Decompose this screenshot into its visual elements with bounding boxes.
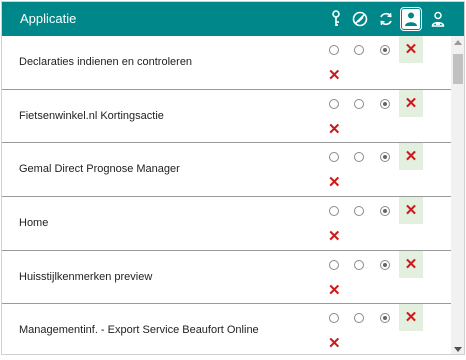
close-icon: ✕ bbox=[404, 148, 418, 166]
application-name: Fietsenwinkel.nl Kortingsactie bbox=[19, 109, 164, 122]
application-list: Declaraties indienen en controleren ✕ ✕ … bbox=[2, 36, 452, 354]
table-row: Managementinf. - Export Service Beaufort… bbox=[2, 304, 452, 354]
table-row: Fietsenwinkel.nl Kortingsactie ✕ ✕ bbox=[2, 89, 452, 144]
remove-button[interactable]: ✕ bbox=[399, 36, 423, 63]
application-name: Huisstijlkenmerken preview bbox=[19, 270, 153, 283]
application-name: Gemal Direct Prognose Manager bbox=[19, 163, 180, 176]
option-3-radio[interactable] bbox=[380, 259, 390, 270]
remove-button[interactable]: ✕ bbox=[399, 143, 423, 171]
person-icon[interactable] bbox=[400, 7, 422, 31]
vertical-scrollbar[interactable] bbox=[451, 36, 464, 354]
close-icon: ✕ bbox=[404, 255, 418, 273]
scroll-down-icon[interactable] bbox=[454, 347, 462, 352]
deny-icon[interactable]: ✕ bbox=[328, 336, 341, 351]
option-2-radio[interactable] bbox=[354, 98, 364, 109]
cycle-icon[interactable] bbox=[376, 8, 396, 30]
close-icon: ✕ bbox=[404, 202, 418, 220]
application-name: Home bbox=[19, 217, 49, 230]
table-row: Declaraties indienen en controleren ✕ ✕ bbox=[2, 36, 452, 90]
option-2-radio[interactable] bbox=[354, 152, 364, 163]
close-icon: ✕ bbox=[404, 94, 418, 112]
table-row: Gemal Direct Prognose Manager ✕ ✕ bbox=[2, 143, 452, 198]
remove-button[interactable]: ✕ bbox=[399, 197, 423, 225]
option-3-radio[interactable] bbox=[380, 45, 390, 55]
scroll-up-icon[interactable] bbox=[454, 40, 462, 45]
deny-icon[interactable]: ✕ bbox=[328, 283, 341, 298]
option-2-radio[interactable] bbox=[354, 45, 364, 55]
deny-icon[interactable]: ✕ bbox=[328, 122, 341, 137]
option-2-radio[interactable] bbox=[354, 206, 364, 217]
option-2-radio[interactable] bbox=[354, 259, 364, 270]
option-3-radio[interactable] bbox=[380, 152, 390, 163]
table-header: Applicatie bbox=[2, 2, 464, 36]
option-1-radio[interactable] bbox=[329, 206, 339, 217]
option-1-radio[interactable] bbox=[329, 98, 339, 109]
option-1-radio[interactable] bbox=[329, 45, 339, 55]
close-icon: ✕ bbox=[404, 41, 418, 58]
scroll-thumb[interactable] bbox=[453, 54, 463, 84]
remove-button[interactable]: ✕ bbox=[399, 250, 423, 278]
option-3-radio[interactable] bbox=[380, 206, 390, 217]
option-1-radio[interactable] bbox=[329, 313, 339, 324]
remove-button[interactable]: ✕ bbox=[399, 89, 423, 117]
application-name: Declaraties indienen en controleren bbox=[19, 56, 193, 68]
option-2-radio[interactable] bbox=[354, 313, 364, 324]
key-icon[interactable] bbox=[326, 8, 346, 30]
close-icon: ✕ bbox=[404, 309, 418, 327]
deny-icon[interactable]: ✕ bbox=[328, 68, 341, 83]
option-3-radio[interactable] bbox=[380, 313, 390, 324]
deny-icon[interactable]: ✕ bbox=[328, 229, 341, 244]
deny-icon[interactable]: ✕ bbox=[328, 175, 341, 190]
remove-button[interactable]: ✕ bbox=[399, 304, 423, 332]
option-1-radio[interactable] bbox=[329, 259, 339, 270]
option-3-radio[interactable] bbox=[380, 98, 390, 109]
table-row: Home ✕ ✕ bbox=[2, 197, 452, 251]
application-permissions-panel: Applicatie Declaraties indienen en contr… bbox=[1, 1, 465, 355]
option-1-radio[interactable] bbox=[329, 152, 339, 163]
manager-icon[interactable] bbox=[428, 8, 448, 30]
column-title-applicatie: Applicatie bbox=[20, 11, 77, 26]
table-row: Huisstijlkenmerken preview ✕ ✕ bbox=[2, 250, 452, 305]
application-name: Managementinf. - Export Service Beaufort… bbox=[19, 324, 259, 337]
blocked-icon[interactable] bbox=[350, 8, 370, 30]
